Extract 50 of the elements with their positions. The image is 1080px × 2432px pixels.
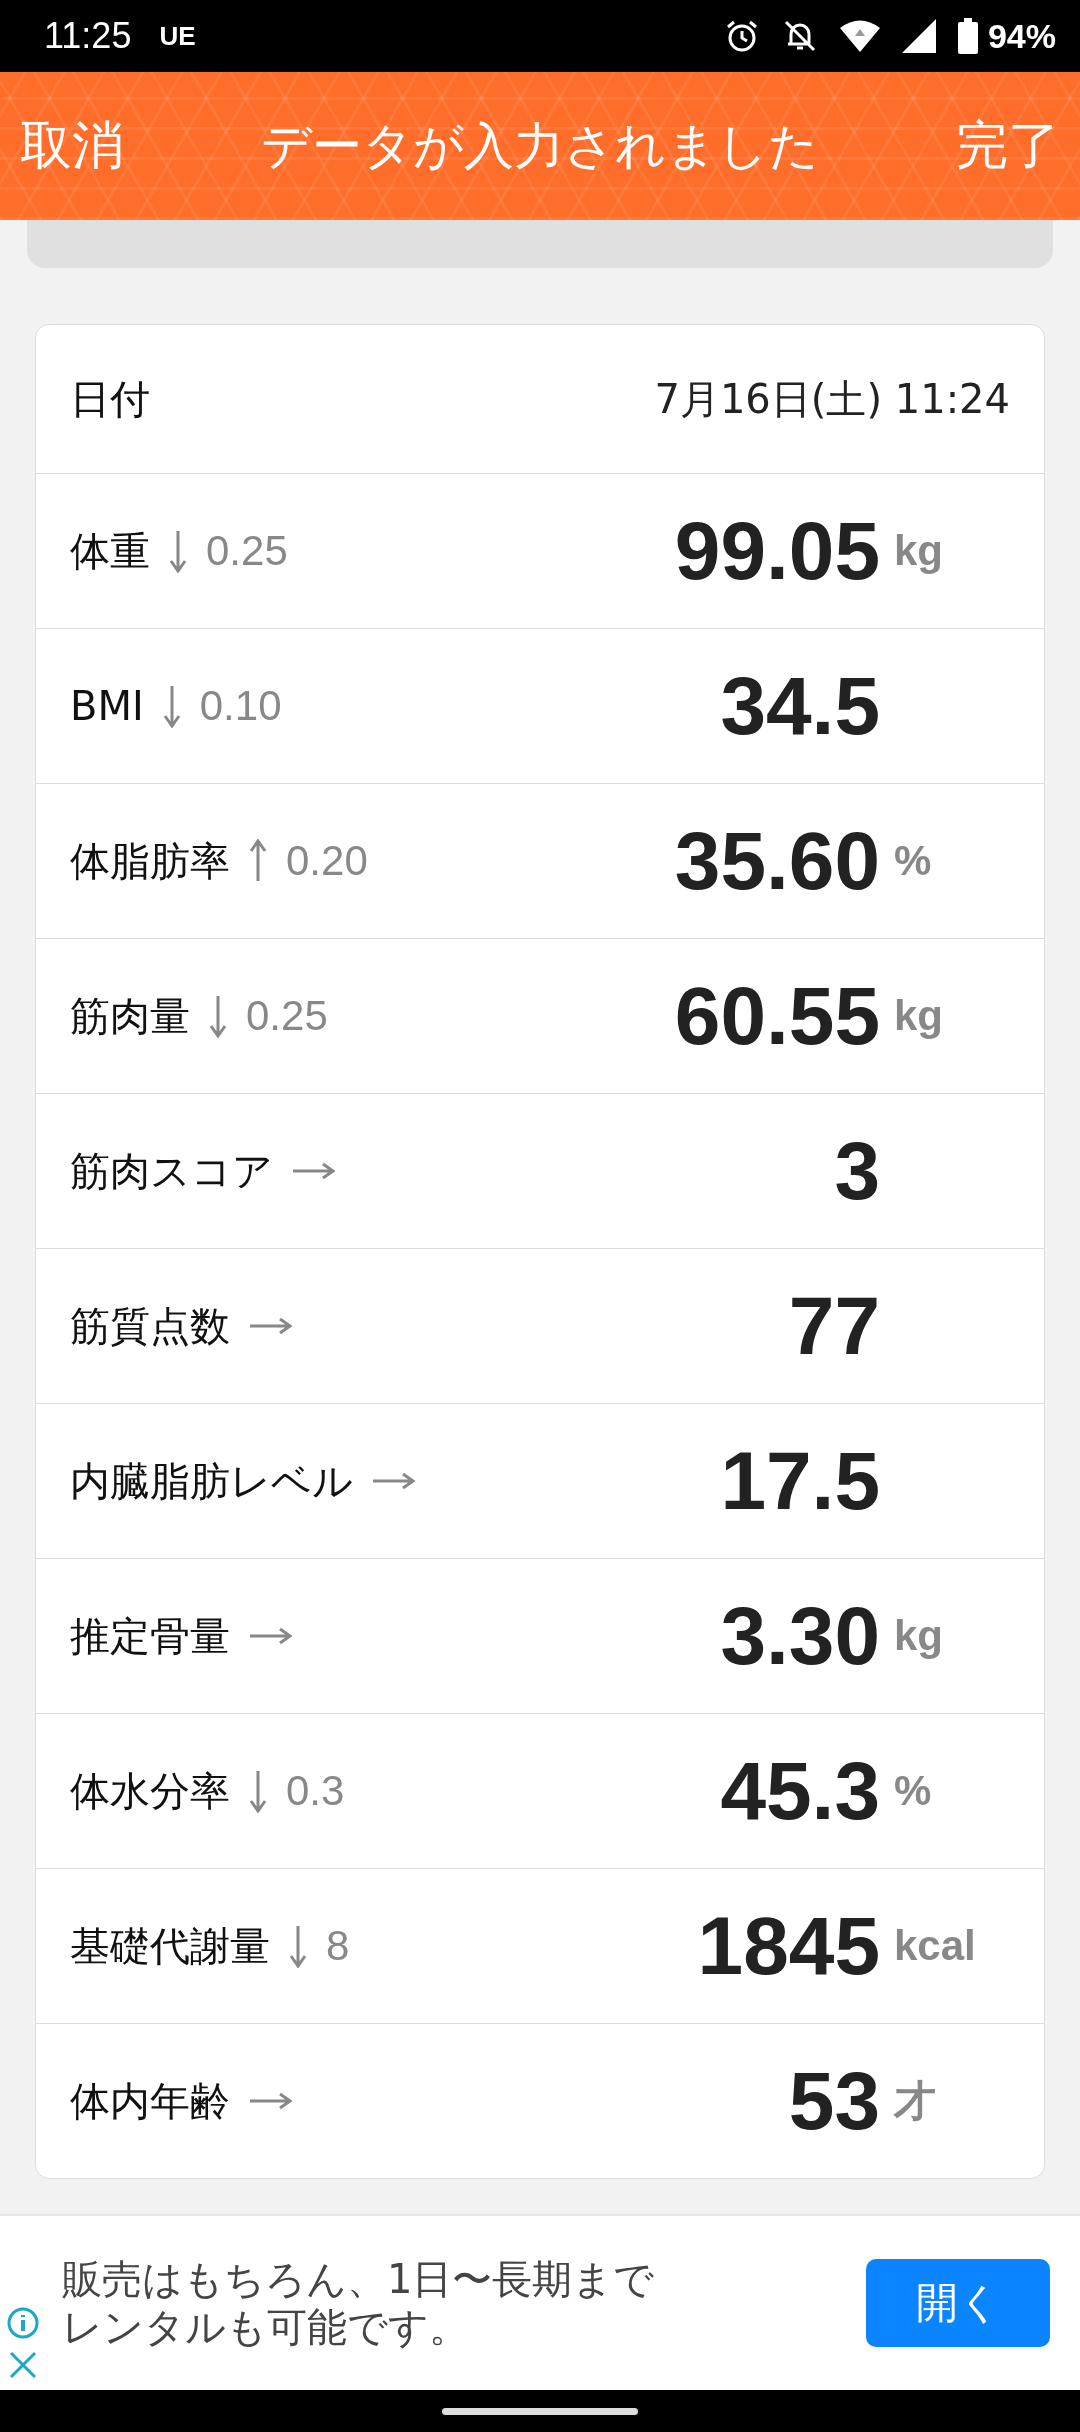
metric-change: 0.10 (199, 682, 282, 730)
metric-label: 体内年齢 (70, 2076, 230, 2126)
ad-text: 販売はもちろん、1日〜長期までレンタルも可能です。 (62, 2255, 656, 2351)
metric-value: 60.55 (674, 969, 880, 1063)
metric-value: 45.3 (720, 1744, 880, 1838)
metric-unit: % (893, 837, 933, 885)
metric-label: 体水分率 (70, 1766, 230, 1816)
metric-change: 0.20 (286, 837, 368, 885)
metric-label: 推定骨量 (70, 1611, 230, 1661)
metric-value: 53 (788, 2054, 880, 2148)
metric-value: 1845 (697, 1899, 880, 1993)
metric-label: 内臓脂肪レベル (70, 1456, 353, 1506)
date-label: 日付 (70, 374, 150, 424)
metric-value: 34.5 (720, 659, 880, 753)
done-button[interactable]: 完了 (956, 111, 1060, 181)
metric-change: 8 (326, 1922, 350, 1970)
header-title: データが入力されました (261, 115, 819, 177)
metric-unit: kg (893, 1612, 944, 1660)
metric-label: 基礎代謝量 (70, 1921, 270, 1971)
metric-value: 99.05 (674, 504, 880, 598)
open-button[interactable]: 開く (866, 2259, 1050, 2347)
metric-label: 体脂肪率 (70, 836, 230, 886)
metric-change: 0.25 (206, 527, 288, 575)
carrier-label: UE (159, 20, 196, 52)
signal-icon (901, 19, 936, 53)
metric-change: 0.3 (286, 1767, 345, 1815)
metric-unit: kg (893, 992, 944, 1040)
metric-unit: kcal (893, 1922, 977, 1970)
metric-unit: 才 (892, 2076, 937, 2126)
metric-value: 35.60 (674, 814, 880, 908)
metric-label: 筋質点数 (70, 1301, 230, 1351)
metric-label: 体重 (70, 526, 150, 576)
metric-unit: kg (893, 527, 944, 575)
battery-level: 94% (987, 16, 1056, 56)
info-icon[interactable] (6, 2306, 40, 2340)
status-time: 11:25 (44, 15, 132, 57)
battery-icon (957, 18, 978, 54)
cancel-button[interactable]: 取消 (20, 111, 124, 181)
metric-label: 筋肉スコア (70, 1146, 273, 1196)
date-value: 7月16日(土) 11:24 (654, 374, 1010, 424)
metric-value: 3 (834, 1124, 880, 1218)
metric-value: 77 (788, 1279, 880, 1373)
metric-change: 0.25 (246, 992, 328, 1040)
home-indicator[interactable] (442, 2407, 638, 2415)
metric-value: 17.5 (720, 1434, 880, 1528)
metric-label: BMI (70, 683, 144, 729)
metric-unit: % (893, 1767, 933, 1815)
wifi-icon (839, 19, 880, 53)
metric-label: 筋肉量 (70, 991, 190, 1041)
metric-value: 3.30 (720, 1589, 880, 1683)
